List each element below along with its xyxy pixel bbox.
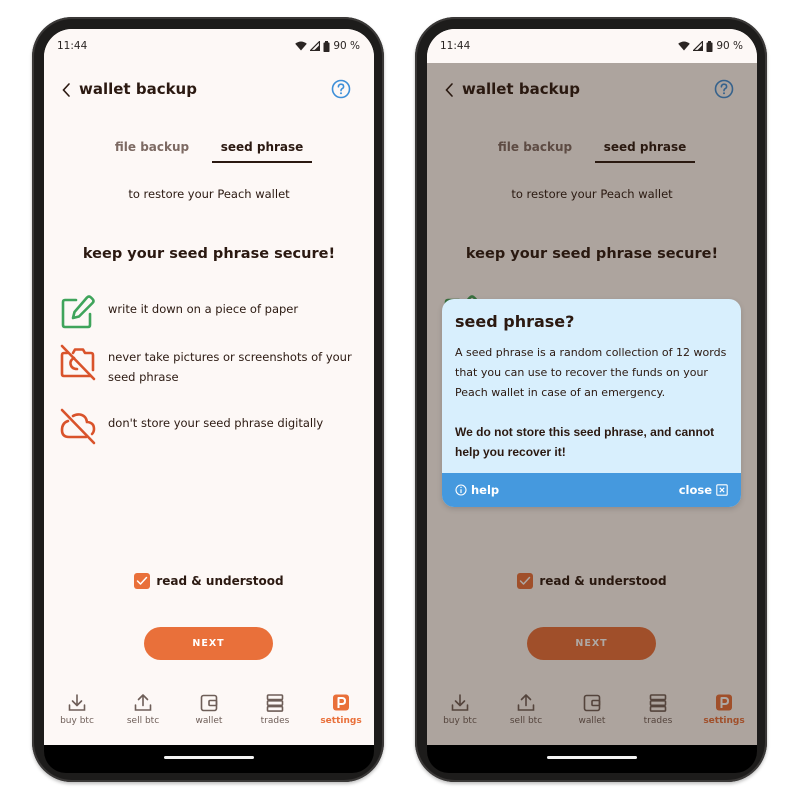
nav-label: trades [260,716,290,726]
backup-tabs: file backup seed phrase [44,137,374,165]
battery-icon [706,40,713,52]
wifi-icon [295,41,308,51]
popup-title: seed phrase? [455,312,575,331]
phone-frame-left: 11:44 90 % wallet backup file backup see… [32,17,384,782]
nav-label: sell btc [126,716,160,726]
read-understood-checkbox-row[interactable]: read & understood [44,573,374,589]
home-indicator[interactable] [547,756,637,759]
question-circle-icon[interactable] [331,79,351,99]
nav-item-sell-btc[interactable]: sell btc [110,686,176,745]
edit-pencil-icon [61,295,95,329]
tip-item: never take pictures or screenshots of yo… [59,343,364,387]
tip-item: don't store your seed phrase digitally [59,407,364,445]
nav-label: wallet [195,716,223,726]
chevron-left-icon[interactable] [60,81,74,99]
phone-frame-right: 11:44 90 % wallet backup file backup see… [415,17,767,782]
tip-text: write it down on a piece of paper [108,302,299,316]
popup-close-label: close [678,483,712,497]
wifi-icon [678,41,691,51]
status-bar: 11:44 90 % [44,29,374,63]
popup-footer: help close [442,473,741,507]
info-icon [455,484,467,496]
popup-warning: We do not store this seed phrase, and ca… [455,425,715,459]
tip-text: don't store your seed phrase digitally [108,416,324,430]
subtitle: to restore your Peach wallet [128,187,290,201]
bottom-navigation: buy btc sell btc wallet trades settings [44,686,374,745]
battery-icon [323,40,330,52]
read-understood-checkbox[interactable] [134,573,151,589]
nav-item-trades[interactable]: trades [242,686,308,745]
nav-label: buy btc [60,716,94,726]
status-time: 11:44 [57,40,88,52]
next-button[interactable]: NEXT [144,627,273,660]
wallet-backup-screen: 11:44 90 % wallet backup file backup see… [427,29,757,745]
signal-icon [693,41,704,51]
phone-screen: 11:44 90 % wallet backup file backup see… [427,29,757,773]
home-indicator[interactable] [164,756,254,759]
close-icon [716,484,728,496]
checkmark-icon [137,576,148,585]
peach-logo-icon [333,694,349,711]
tab-seed-phrase[interactable]: seed phrase [212,137,312,163]
nav-item-settings[interactable]: settings [308,686,374,745]
wallet-icon [200,694,218,712]
battery-level: 90 % [333,40,360,52]
popup-help-label: help [471,483,500,497]
phone-screen: 11:44 90 % wallet backup file backup see… [44,29,374,773]
tab-file-backup[interactable]: file backup [106,137,198,163]
tip-item: write it down on a piece of paper [59,293,364,331]
nav-item-wallet[interactable]: wallet [176,686,242,745]
header: wallet backup [44,75,374,105]
battery-level: 90 % [716,40,743,52]
nav-item-buy-btc[interactable]: buy btc [44,686,110,745]
camera-off-icon [60,344,96,381]
download-icon [68,694,86,711]
status-bar: 11:44 90 % [427,29,757,63]
upload-icon [134,694,152,711]
security-heading: keep your seed phrase secure! [82,246,336,262]
status-time: 11:44 [440,40,471,52]
checkbox-label: read & understood [156,574,284,588]
page-title: wallet backup [79,80,197,98]
signal-icon [310,41,321,51]
popup-help-button[interactable]: help [455,483,499,497]
popup-close-button[interactable]: close [679,483,728,497]
tip-text: never take pictures or screenshots of yo… [108,350,352,384]
trades-icon [266,694,284,712]
seed-phrase-help-popup: seed phrase? A seed phrase is a random c… [442,299,741,507]
cloud-off-icon [60,408,96,445]
popup-body: A seed phrase is a random collection of … [455,346,727,399]
nav-label: settings [320,716,362,726]
wallet-backup-screen: 11:44 90 % wallet backup file backup see… [44,29,374,745]
